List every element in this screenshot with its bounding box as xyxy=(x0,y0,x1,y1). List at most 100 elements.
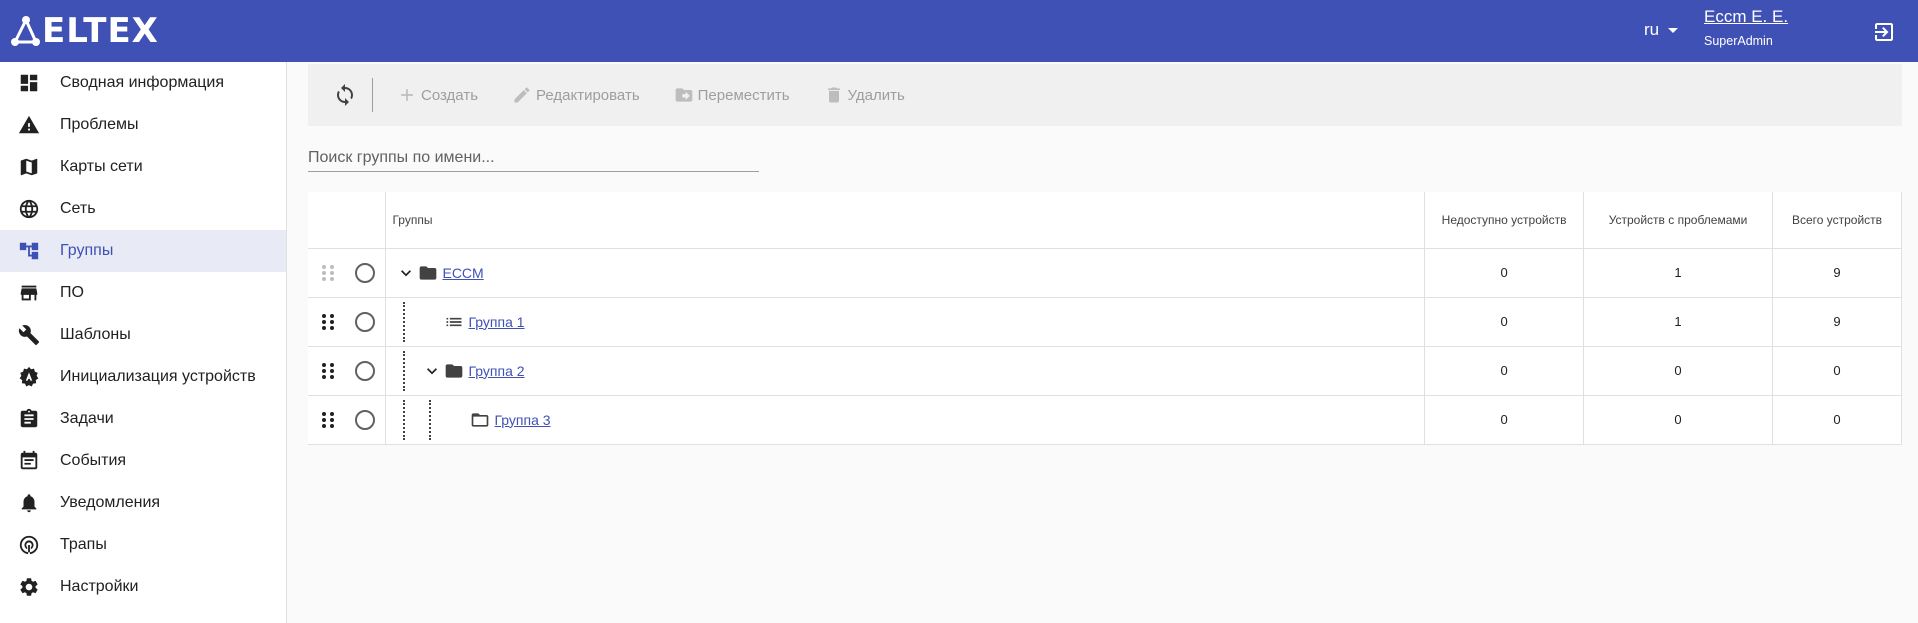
plus-icon xyxy=(401,89,413,101)
table-row: Группа 1 0 1 9 xyxy=(308,297,1903,347)
chevron-down-icon[interactable] xyxy=(422,361,442,381)
sidebar-item-summary[interactable]: Сводная информация xyxy=(0,62,286,104)
row-controls xyxy=(308,297,387,347)
cell-unavailable: 0 xyxy=(1424,297,1585,347)
caret-down-icon xyxy=(1668,27,1679,33)
group-name-cell: Группа 3 xyxy=(385,395,1426,445)
dashboard-icon xyxy=(18,72,40,94)
tree-guide-line xyxy=(422,396,448,444)
folder-icon xyxy=(420,265,437,280)
user-name-link[interactable]: Eccm E. E. xyxy=(1704,7,1788,27)
cell-with-problems: 0 xyxy=(1583,346,1773,396)
calendar-icon xyxy=(18,450,40,472)
sidebar-item-software[interactable]: ПО xyxy=(0,272,286,314)
sidebar-item-network-maps[interactable]: Карты сети xyxy=(0,146,286,188)
eltex-logo[interactable]: ELTEX xyxy=(10,12,159,50)
refresh-icon xyxy=(337,84,353,106)
logout-button[interactable] xyxy=(1872,20,1896,44)
sidebar-item-label: Проблемы xyxy=(60,116,139,133)
group-link-group-1[interactable]: Группа 1 xyxy=(468,314,524,330)
table-row: Группа 2 0 0 0 xyxy=(308,346,1903,396)
top-app-bar: ELTEX ru Eccm E. E. SuperAdmin xyxy=(0,0,1918,62)
language-select[interactable]: ru xyxy=(1644,20,1679,40)
folder-icon xyxy=(446,363,463,378)
group-link-group-2[interactable]: Группа 2 xyxy=(468,363,524,379)
group-name-cell: ECCM xyxy=(385,248,1426,298)
toolbar-divider xyxy=(372,78,373,112)
drag-handle-icon[interactable] xyxy=(320,410,336,430)
sidebar-item-label: Трапы xyxy=(60,536,107,553)
folder-move-icon xyxy=(675,88,692,102)
header-groups[interactable]: Группы xyxy=(385,192,1426,249)
sidebar-item-label: Карты сети xyxy=(60,158,143,175)
sidebar-item-templates[interactable]: Шаблоны xyxy=(0,314,286,356)
drag-handle-icon[interactable] xyxy=(320,361,336,381)
row-select-radio[interactable] xyxy=(355,262,375,283)
sidebar-item-device-init[interactable]: Инициализация устройств xyxy=(0,356,286,398)
globe-icon xyxy=(18,198,40,220)
user-info: Eccm E. E. SuperAdmin xyxy=(1704,7,1788,48)
chevron-down-icon[interactable] xyxy=(396,263,416,283)
sidebar-item-problems[interactable]: Проблемы xyxy=(0,104,286,146)
pencil-icon xyxy=(514,87,530,103)
header-total[interactable]: Всего устройств xyxy=(1772,192,1903,249)
sidebar-item-label: Шаблоны xyxy=(60,326,131,343)
group-link-eccm[interactable]: ECCM xyxy=(442,265,483,281)
sidebar-item-settings[interactable]: Настройки xyxy=(0,566,286,608)
sidebar-nav: Сводная информация Проблемы Карты сети С… xyxy=(0,62,287,623)
edit-button[interactable]: Редактировать xyxy=(512,85,640,105)
sidebar-item-groups[interactable]: Группы xyxy=(0,230,286,272)
account-tree-icon xyxy=(18,240,40,262)
cell-unavailable: 0 xyxy=(1424,395,1585,445)
tree-guide-line xyxy=(396,298,422,346)
clipboard-icon xyxy=(18,408,40,430)
group-search-input[interactable] xyxy=(308,144,759,172)
groups-toolbar: Создать Редактировать Переместить Удалит… xyxy=(308,64,1902,126)
group-name-cell: Группа 2 xyxy=(385,346,1426,396)
store-icon xyxy=(18,282,40,304)
row-select-radio[interactable] xyxy=(355,311,375,332)
row-select-radio[interactable] xyxy=(355,409,375,430)
sidebar-item-tasks[interactable]: Задачи xyxy=(0,398,286,440)
table-header-row: Группы Недоступно устройств Устройств с … xyxy=(308,192,1903,249)
drag-handle-icon[interactable] xyxy=(320,312,336,332)
sidebar-item-label: Настройки xyxy=(60,578,139,595)
user-role: SuperAdmin xyxy=(1704,34,1773,48)
sidebar-item-notifications[interactable]: Уведомления xyxy=(0,482,286,524)
table-row: ECCM 0 1 9 xyxy=(308,248,1903,298)
header-with-problems[interactable]: Устройств с проблемами xyxy=(1583,192,1773,249)
row-controls xyxy=(308,395,387,445)
sidebar-item-label: Сеть xyxy=(60,200,96,217)
move-button[interactable]: Переместить xyxy=(674,85,790,105)
drag-handle-icon[interactable] xyxy=(320,263,336,283)
group-link-group-3[interactable]: Группа 3 xyxy=(494,412,550,428)
groups-table: Группы Недоступно устройств Устройств с … xyxy=(308,192,1903,445)
bell-icon xyxy=(18,492,40,514)
edit-label: Редактировать xyxy=(536,86,640,104)
header-unavailable[interactable]: Недоступно устройств xyxy=(1424,192,1585,249)
logo-text: ELTEX xyxy=(42,11,159,51)
trash-icon xyxy=(827,87,840,103)
wrench-icon xyxy=(18,324,40,346)
tree-guide-line xyxy=(396,396,422,444)
create-label: Создать xyxy=(421,86,479,104)
sidebar-item-traps[interactable]: Трапы xyxy=(0,524,286,566)
folder-outline-icon xyxy=(472,412,489,427)
sidebar-item-network[interactable]: Сеть xyxy=(0,188,286,230)
row-controls xyxy=(308,248,387,298)
delete-button[interactable]: Удалить xyxy=(824,85,905,105)
delete-label: Удалить xyxy=(847,86,905,104)
create-button[interactable]: Создать xyxy=(397,85,478,105)
header-controls xyxy=(308,192,387,249)
row-select-radio[interactable] xyxy=(355,360,375,381)
sidebar-item-label: Группы xyxy=(60,242,114,259)
sidebar-item-label: Задачи xyxy=(60,410,114,427)
cell-unavailable: 0 xyxy=(1424,346,1585,396)
warning-icon xyxy=(18,114,40,136)
refresh-button[interactable] xyxy=(332,82,358,108)
sidebar-item-label: Сводная информация xyxy=(60,74,224,91)
sidebar-item-events[interactable]: События xyxy=(0,440,286,482)
group-name-cell: Группа 1 xyxy=(385,297,1426,347)
sidebar-item-label: События xyxy=(60,452,127,469)
sidebar-item-label: ПО xyxy=(60,284,84,301)
